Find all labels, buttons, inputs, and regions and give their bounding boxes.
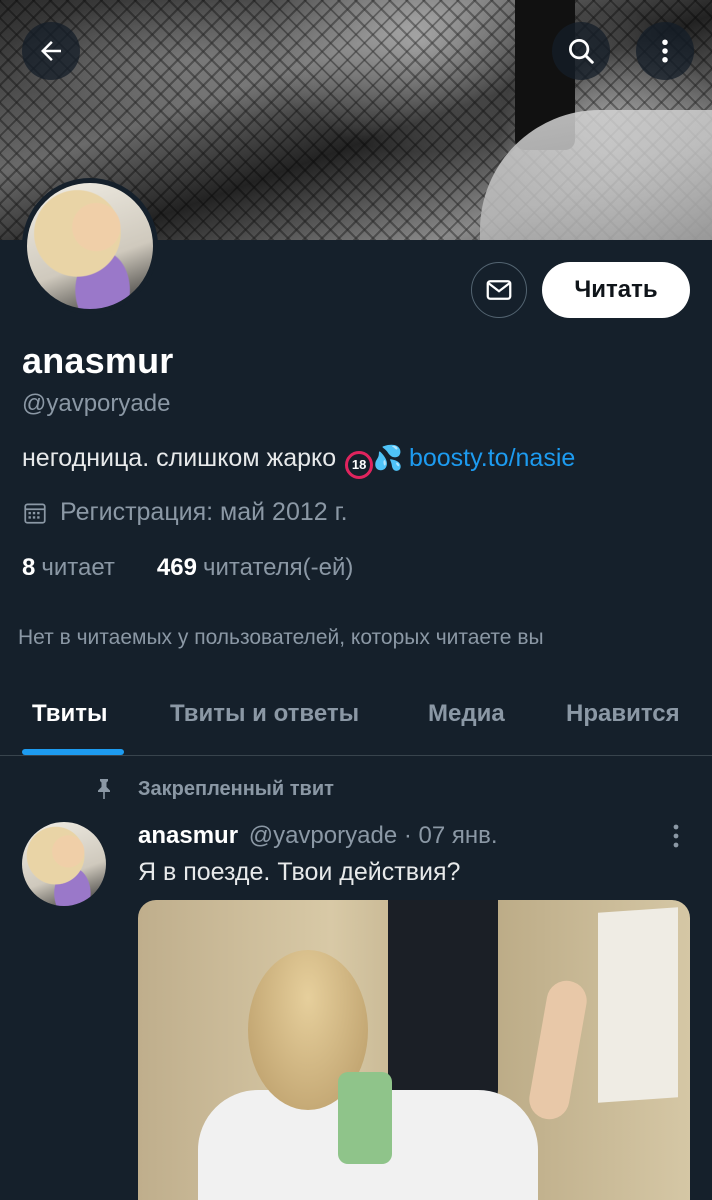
pin-icon xyxy=(98,779,110,799)
tweet-header: anasmur @yavporyade · 07 янв. xyxy=(138,822,498,850)
following-count: 8 xyxy=(22,554,36,581)
pinned-indicator: Закрепленный твит xyxy=(92,776,334,802)
tab-likes[interactable]: Нравится xyxy=(566,700,680,728)
media-arm-shape xyxy=(526,977,590,1123)
back-button[interactable] xyxy=(22,22,80,80)
profile-bio: негодница. слишком жарко 18 💦 boosty.to/na… xyxy=(22,444,575,479)
tweet-text: Я в поезде. Твои действия? xyxy=(138,858,461,886)
followers-label: читателя(-ей) xyxy=(202,554,354,581)
join-date-text: Регистрация: май 2012 г. xyxy=(60,498,348,526)
follow-button[interactable]: Читать xyxy=(542,262,690,318)
tab-media[interactable]: Медиа xyxy=(428,700,505,728)
followers-link[interactable]: 469 читателя(-ей) xyxy=(157,554,354,581)
bio-link[interactable]: boosty.to/nasie xyxy=(409,444,575,472)
tab-tweets[interactable]: Твиты xyxy=(32,700,108,728)
calendar-icon xyxy=(24,502,46,524)
arrow-left-icon xyxy=(41,41,61,61)
message-button[interactable] xyxy=(471,262,527,318)
tab-tweets-and-replies[interactable]: Твиты и ответы xyxy=(170,700,359,728)
follow-stats: 8 читает 469 читателя(-ей) xyxy=(22,554,353,582)
tweet-date[interactable]: · 07 янв. xyxy=(404,822,498,849)
media-paper-shape xyxy=(598,907,678,1103)
more-vertical-icon xyxy=(662,39,668,63)
pinned-label: Закрепленный твит xyxy=(138,777,334,800)
profile-tabs: Твиты Твиты и ответы Медиа Нравится xyxy=(0,688,712,756)
media-coat-shape xyxy=(388,900,498,1110)
tweet-author-handle[interactable]: @yavporyade xyxy=(249,822,397,849)
active-tab-indicator xyxy=(22,749,124,755)
sweat-droplets-icon: 💦 xyxy=(373,445,403,472)
profile-name: anasmur xyxy=(22,340,174,381)
tweet-author-avatar[interactable] xyxy=(22,822,106,906)
more-options-button[interactable] xyxy=(636,22,694,80)
following-label: читает xyxy=(41,554,115,581)
following-link[interactable]: 8 читает xyxy=(22,554,115,581)
media-phone-shape xyxy=(338,1072,392,1164)
tweet-author-name[interactable]: anasmur xyxy=(138,822,238,849)
search-button[interactable] xyxy=(552,22,610,80)
mutual-followers-note: Нет в читаемых у пользователей, которых … xyxy=(18,626,544,649)
tweet-more-icon[interactable] xyxy=(664,822,688,852)
join-date: Регистрация: май 2012 г. xyxy=(22,498,348,527)
tweet-media-image[interactable] xyxy=(138,900,690,1200)
no-under-18-emoji: 18 xyxy=(345,451,374,479)
profile-handle: @yavporyade xyxy=(22,390,171,417)
search-icon xyxy=(569,39,594,64)
envelope-icon xyxy=(486,280,512,300)
followers-count: 469 xyxy=(156,554,197,581)
bio-text: негодница. слишком жарко xyxy=(22,444,337,472)
profile-avatar[interactable] xyxy=(22,178,158,314)
